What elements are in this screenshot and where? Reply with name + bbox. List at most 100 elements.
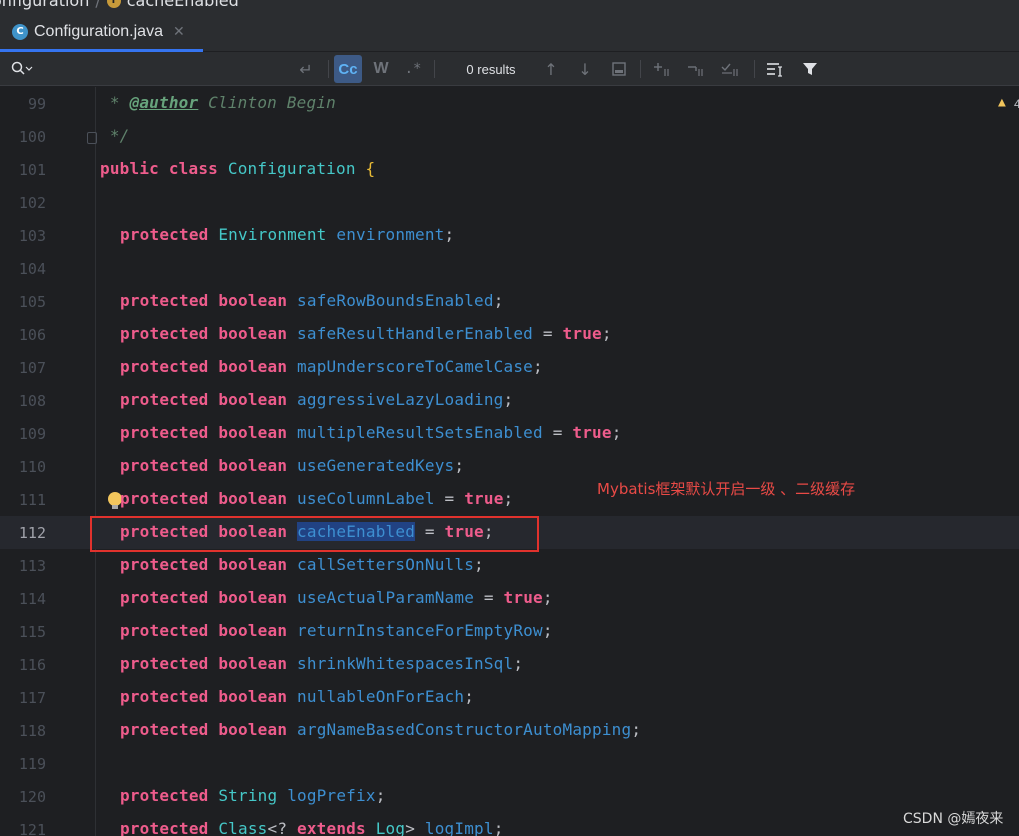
field-name: safeRowBoundsEnabled — [297, 291, 494, 310]
field-name: useGeneratedKeys — [297, 456, 455, 475]
keyword: class — [168, 159, 219, 178]
search-history-icon[interactable] — [10, 52, 34, 86]
breadcrumb-item-field[interactable]: cacheEnabled — [127, 0, 239, 10]
keyword: protected — [120, 687, 209, 706]
type-name: Environment — [218, 225, 327, 244]
type-name: String — [218, 786, 278, 805]
highlight-annotation-box — [90, 516, 539, 552]
divider — [754, 60, 755, 78]
keyword: protected — [120, 621, 209, 640]
previous-occurrence-icon[interactable]: ↑ — [540, 52, 562, 86]
regex-button[interactable]: .* — [402, 52, 424, 86]
field-name: callSettersOnNulls — [297, 555, 475, 574]
code-text: protected boolean argNameBasedConstructo… — [120, 720, 642, 739]
filter-search-results-icon[interactable] — [608, 52, 630, 86]
warning-count[interactable]: 4 — [1014, 97, 1019, 111]
keyword: protected — [120, 720, 209, 739]
code-text: protected boolean callSettersOnNulls; — [120, 555, 484, 574]
line-number: 101 — [18, 161, 46, 179]
keyword: boolean — [218, 489, 288, 508]
code-text: * @author Clinton Begin — [100, 93, 336, 112]
line-number: 109 — [18, 425, 46, 443]
line-number: 103 — [18, 227, 46, 245]
keyword: boolean — [218, 324, 288, 343]
next-occurrence-icon[interactable]: ↓ — [574, 52, 596, 86]
code-line: 102 — [0, 186, 1019, 219]
line-number: 110 — [18, 458, 46, 476]
line-number: 120 — [18, 788, 46, 806]
remove-occurrence-icon[interactable] — [684, 52, 710, 86]
field-name: shrinkWhitespacesInSql — [297, 654, 514, 673]
code-line: 120 protected String logPrefix; — [0, 780, 1019, 813]
warning-icon[interactable]: ▲ — [998, 96, 1012, 109]
keyword: boolean — [218, 588, 288, 607]
breadcrumb-item-class[interactable]: onfiguration — [0, 0, 89, 10]
code-line: 113 protected boolean callSettersOnNulls… — [0, 549, 1019, 582]
code-line: 116 protected boolean shrinkWhitespacesI… — [0, 648, 1019, 681]
code-editor[interactable]: 99 * @author Clinton Begin ▲ 4 100 */ 10… — [0, 87, 1019, 836]
code-line: 110 protected boolean useGeneratedKeys; — [0, 450, 1019, 483]
keyword: protected — [120, 555, 209, 574]
keyword: protected — [120, 786, 209, 805]
line-number: 105 — [18, 293, 46, 311]
class-name: Configuration — [227, 159, 356, 178]
code-line: 115 protected boolean returnInstanceForE… — [0, 615, 1019, 648]
code-line: 100 */ — [0, 120, 1019, 153]
type-name: Class — [218, 819, 268, 836]
watermark: CSDN @嫣夜来 — [903, 811, 1004, 827]
field-name: mapUnderscoreToCamelCase — [297, 357, 534, 376]
doc-tag: @author — [129, 93, 199, 112]
code-line: 103 protected Environment environment; — [0, 219, 1019, 252]
keyword: boolean — [218, 291, 288, 310]
keyword: boolean — [218, 357, 288, 376]
line-number: 116 — [18, 656, 46, 674]
line-number: 108 — [18, 392, 46, 410]
fold-icon[interactable] — [87, 132, 97, 144]
filter-icon[interactable] — [798, 52, 822, 86]
code-line: 101 public class Configuration { — [0, 153, 1019, 186]
tab-configuration-java[interactable]: C Configuration.java ✕ — [0, 12, 203, 52]
keyword: boolean — [218, 390, 288, 409]
brace: { — [365, 159, 376, 178]
add-occurrence-icon[interactable] — [650, 52, 676, 86]
match-words-button[interactable]: W — [370, 52, 392, 86]
java-class-icon: C — [12, 24, 28, 40]
match-case-button[interactable]: Cc — [334, 55, 362, 83]
divider — [434, 60, 435, 78]
keyword: boolean — [218, 621, 288, 640]
select-all-occurrences-icon[interactable] — [718, 52, 744, 86]
code-text: protected boolean returnInstanceForEmpty… — [120, 621, 553, 640]
code-line: 118 protected boolean argNameBasedConstr… — [0, 714, 1019, 747]
keyword: protected — [120, 324, 209, 343]
code-text: protected boolean useActualParamName = t… — [120, 588, 553, 607]
code-text: protected boolean mapUnderscoreToCamelCa… — [120, 357, 543, 376]
line-number: 121 — [18, 821, 46, 836]
field-name: aggressiveLazyLoading — [297, 390, 504, 409]
code-text: protected boolean nullableOnForEach; — [120, 687, 475, 706]
code-line: 104 — [0, 252, 1019, 285]
doc-comment: * — [100, 93, 130, 112]
editor-tab-bar: C Configuration.java ✕ — [0, 12, 1019, 52]
close-icon[interactable]: ✕ — [173, 24, 185, 40]
line-number: 104 — [18, 260, 46, 278]
code-text: protected boolean useGeneratedKeys; — [120, 456, 465, 475]
breadcrumb: onfiguration / f cacheEnabled — [0, 0, 1019, 12]
keyword: protected — [120, 456, 209, 475]
doc-comment: Clinton Begin — [198, 93, 337, 112]
keyword: true — [572, 423, 612, 442]
line-number: 106 — [18, 326, 46, 344]
field-name: environment — [336, 225, 445, 244]
code-line: 106 protected boolean safeResultHandlerE… — [0, 318, 1019, 351]
code-text: protected boolean multipleResultSetsEnab… — [120, 423, 622, 442]
keyword: protected — [120, 390, 209, 409]
keyword: true — [464, 489, 504, 508]
code-text: protected Class<? extends Log> logImpl; — [120, 819, 504, 836]
new-line-icon[interactable]: ↵ — [294, 52, 318, 86]
search-in-selection-icon[interactable] — [762, 52, 788, 86]
code-line: 119 — [0, 747, 1019, 780]
annotation-note: Mybatis框架默认开启一级 、二级缓存 — [597, 480, 856, 498]
code-line: 107 protected boolean mapUnderscoreToCam… — [0, 351, 1019, 384]
keyword: protected — [120, 588, 209, 607]
field-name: multipleResultSetsEnabled — [297, 423, 543, 442]
keyword: true — [562, 324, 602, 343]
